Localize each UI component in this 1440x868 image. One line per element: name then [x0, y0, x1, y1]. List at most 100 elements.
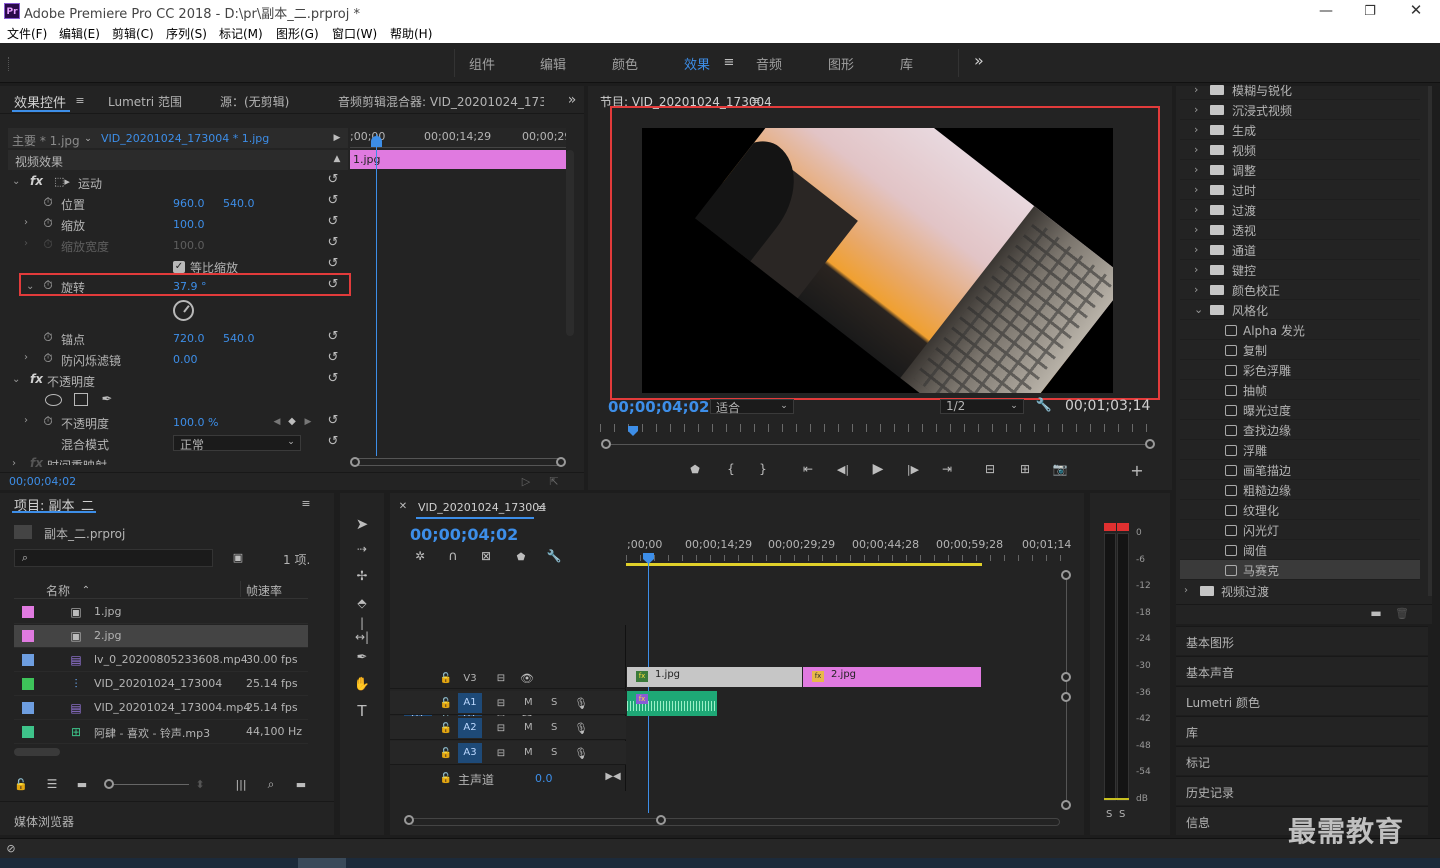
zoom-slider-track[interactable] — [109, 784, 189, 785]
side-panel-tab[interactable]: 标记 — [1176, 746, 1428, 775]
label-color-swatch[interactable] — [22, 606, 34, 618]
expand-icon[interactable]: › — [1194, 183, 1198, 196]
toggle-track-output-icon[interactable]: 👁 — [520, 672, 534, 685]
track-target-v3[interactable]: V3 — [458, 670, 482, 687]
panel-menu-icon[interactable]: ≡ — [74, 94, 86, 107]
reset-scale-width-icon[interactable]: ↺ — [326, 235, 340, 250]
clip-2jpg-fx-badge[interactable]: fx — [812, 671, 824, 682]
extract-icon[interactable]: ⊞ — [1016, 462, 1034, 476]
expand-icon[interactable]: › — [1194, 83, 1198, 96]
effect-item[interactable] — [1180, 360, 1420, 380]
add-keyframe-icon[interactable]: ◆ — [286, 415, 298, 427]
tab-lumetri-scopes[interactable]: Lumetri 范围 — [108, 93, 182, 110]
antiflicker-expand-icon[interactable]: › — [24, 352, 28, 363]
program-zoom-bar[interactable] — [606, 444, 1150, 445]
expand-icon[interactable]: › — [1194, 243, 1198, 256]
project-hscrollbar[interactable] — [14, 748, 60, 756]
label-color-swatch[interactable] — [22, 654, 34, 666]
list-view-icon[interactable]: ☰ — [44, 777, 60, 791]
hand-tool-icon[interactable]: ✋ — [353, 676, 371, 692]
col-fps-header[interactable]: 帧速率 — [246, 582, 282, 599]
settings-wrench-icon[interactable]: 🔧 — [1036, 397, 1052, 413]
expand-icon[interactable]: › — [1194, 103, 1198, 116]
menu-graphics[interactable]: 图形(G) — [276, 25, 319, 42]
expand-icon[interactable]: › — [1194, 263, 1198, 276]
hscroll-right-handle[interactable] — [656, 815, 666, 825]
icon-view-icon[interactable]: ▬ — [74, 777, 90, 791]
add-marker-icon[interactable]: ⬟ — [688, 462, 702, 476]
clip-1jpg-fx-badge[interactable]: fx — [636, 671, 648, 682]
collapse-icon[interactable]: ⌄ — [1194, 303, 1203, 316]
side-panel-tab[interactable]: 库 — [1176, 716, 1428, 745]
side-panel-tab[interactable]: 基本声音 — [1176, 656, 1428, 685]
ripple-edit-tool-icon[interactable]: ✢ — [353, 568, 371, 584]
toggle-sync-lock-icon[interactable]: ⊟ — [494, 747, 508, 759]
media-browser-tab[interactable]: 媒体浏览器 — [14, 813, 74, 830]
delete-custom-item-icon[interactable]: 🗑 — [1394, 606, 1410, 620]
opacity-value[interactable]: 100.0 % — [173, 416, 218, 429]
menu-clip[interactable]: 剪辑(C) — [112, 25, 154, 42]
track-lock-icon[interactable]: 🔓 — [440, 747, 452, 759]
ec-scroll-left-handle[interactable] — [350, 457, 360, 467]
voice-over-record-icon[interactable]: 🎙 — [574, 721, 588, 735]
hscroll-left-handle[interactable] — [404, 815, 414, 825]
reset-rotation-icon[interactable]: ↺ — [326, 277, 340, 292]
reset-scale-icon[interactable]: ↺ — [326, 214, 340, 229]
menu-file[interactable]: 文件(F) — [7, 25, 47, 42]
effect-item[interactable] — [1180, 520, 1420, 540]
workspace-tab-assembly[interactable]: 组件 — [469, 54, 495, 73]
menu-help[interactable]: 帮助(H) — [390, 25, 432, 42]
vscroll-top-handle[interactable] — [1061, 570, 1071, 580]
workspace-tab-effects[interactable]: 效果 — [684, 54, 710, 73]
time-remap-expand-icon[interactable]: › — [12, 458, 16, 469]
mute-track-button[interactable]: M — [524, 747, 533, 758]
mark-in-icon[interactable]: { — [724, 462, 738, 476]
clip-2jpg[interactable] — [803, 667, 981, 687]
toggle-sync-lock-icon[interactable]: ⊟ — [494, 697, 508, 709]
workspace-more-button[interactable]: » — [974, 51, 984, 70]
solo-track-button[interactable]: S — [551, 697, 557, 708]
ec-scroll-right-handle[interactable] — [556, 457, 566, 467]
track-target-a3[interactable]: A3 — [458, 743, 482, 763]
program-playhead-marker[interactable] — [628, 426, 638, 436]
go-to-start-icon[interactable]: ▶◀ — [605, 769, 620, 783]
resolution-dropdown-icon[interactable]: ⌄ — [1008, 400, 1020, 412]
project-item-row[interactable] — [14, 625, 308, 648]
type-tool-icon[interactable]: T — [353, 702, 371, 720]
timeline-vscrollbar[interactable] — [1066, 575, 1067, 805]
toggle-sync-lock-icon[interactable]: ⊟ — [494, 722, 508, 734]
workspace-tab-color[interactable]: 颜色 — [612, 54, 638, 73]
effect-item[interactable] — [1180, 440, 1420, 460]
rectangle-mask-icon[interactable] — [74, 393, 88, 406]
step-forward-icon[interactable]: |▶ — [905, 462, 921, 476]
new-custom-bin-icon[interactable]: ▬ — [1368, 606, 1384, 620]
reset-uniform-icon[interactable]: ↺ — [326, 256, 340, 271]
go-to-out-icon[interactable]: ⇥ — [939, 462, 955, 476]
project-menu-icon[interactable]: ≡ — [300, 497, 312, 510]
effect-item[interactable] — [1180, 420, 1420, 440]
timeline-playhead[interactable] — [648, 563, 649, 813]
automate-to-sequence-icon[interactable]: ||| — [232, 777, 250, 791]
lift-icon[interactable]: ⊟ — [981, 462, 999, 476]
master-volume-value[interactable]: 0.0 — [535, 772, 553, 785]
ec-vertical-scrollbar[interactable] — [566, 150, 574, 336]
mute-track-button[interactable]: M — [524, 697, 533, 708]
solo-track-button[interactable]: S — [551, 747, 557, 758]
effect-item[interactable] — [1180, 380, 1420, 400]
new-search-bin-icon[interactable]: ▣ — [230, 550, 246, 564]
expand-icon[interactable]: › — [1194, 283, 1198, 296]
sequence-menu-icon[interactable]: ≡ — [536, 502, 548, 515]
effects-scrollbar[interactable] — [1428, 86, 1432, 596]
stopwatch-anchor-icon[interactable]: ⏱ — [41, 330, 55, 344]
stopwatch-opacity-icon[interactable]: ⏱ — [41, 414, 55, 428]
reset-anchor-icon[interactable]: ↺ — [326, 329, 340, 344]
mute-track-button[interactable]: M — [524, 722, 533, 733]
menu-window[interactable]: 窗口(W) — [332, 25, 377, 42]
menu-sequence[interactable]: 序列(S) — [166, 25, 207, 42]
mini-clip-bar[interactable] — [350, 150, 566, 169]
zoom-right-handle[interactable] — [1145, 439, 1155, 449]
close-sequence-icon[interactable]: ✕ — [398, 501, 408, 512]
program-playhead-timecode[interactable]: 00;00;04;02 — [608, 398, 710, 416]
effect-item[interactable] — [1180, 400, 1420, 420]
workspace-tab-audio[interactable]: 音频 — [756, 54, 782, 73]
